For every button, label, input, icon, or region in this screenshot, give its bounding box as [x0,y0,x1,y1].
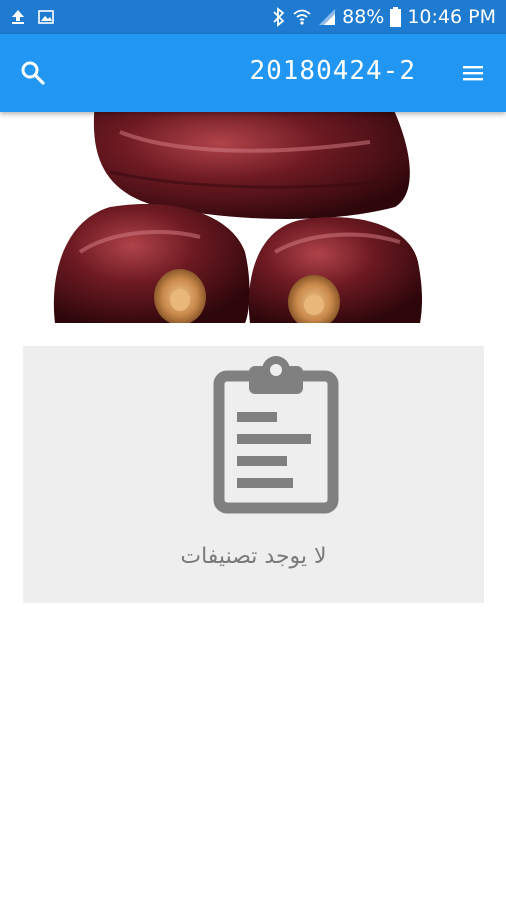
wifi-icon [293,9,311,25]
image-icon [38,10,54,24]
search-icon[interactable] [20,60,46,86]
app-bar: 20180424-2 [0,34,506,112]
empty-message: لا يوجد تصنيفات [180,544,327,569]
battery-icon [390,7,402,27]
page-title: 20180424-2 [249,56,416,86]
bluetooth-icon [273,7,285,27]
status-left [10,9,54,25]
signal-icon [319,9,336,25]
upload-icon [12,10,24,24]
menu-icon[interactable] [462,63,484,83]
status-bar: 88% 10:46 PM [0,0,506,34]
clock: 10:46 PM [407,6,496,28]
banner-image [0,112,506,323]
clipboard-icon [213,356,339,514]
battery-percent: 88% [342,6,385,28]
empty-state-card: لا يوجد تصنيفات [23,346,484,603]
dates-photo [53,112,422,323]
status-right: 88% 10:46 PM [272,6,496,28]
